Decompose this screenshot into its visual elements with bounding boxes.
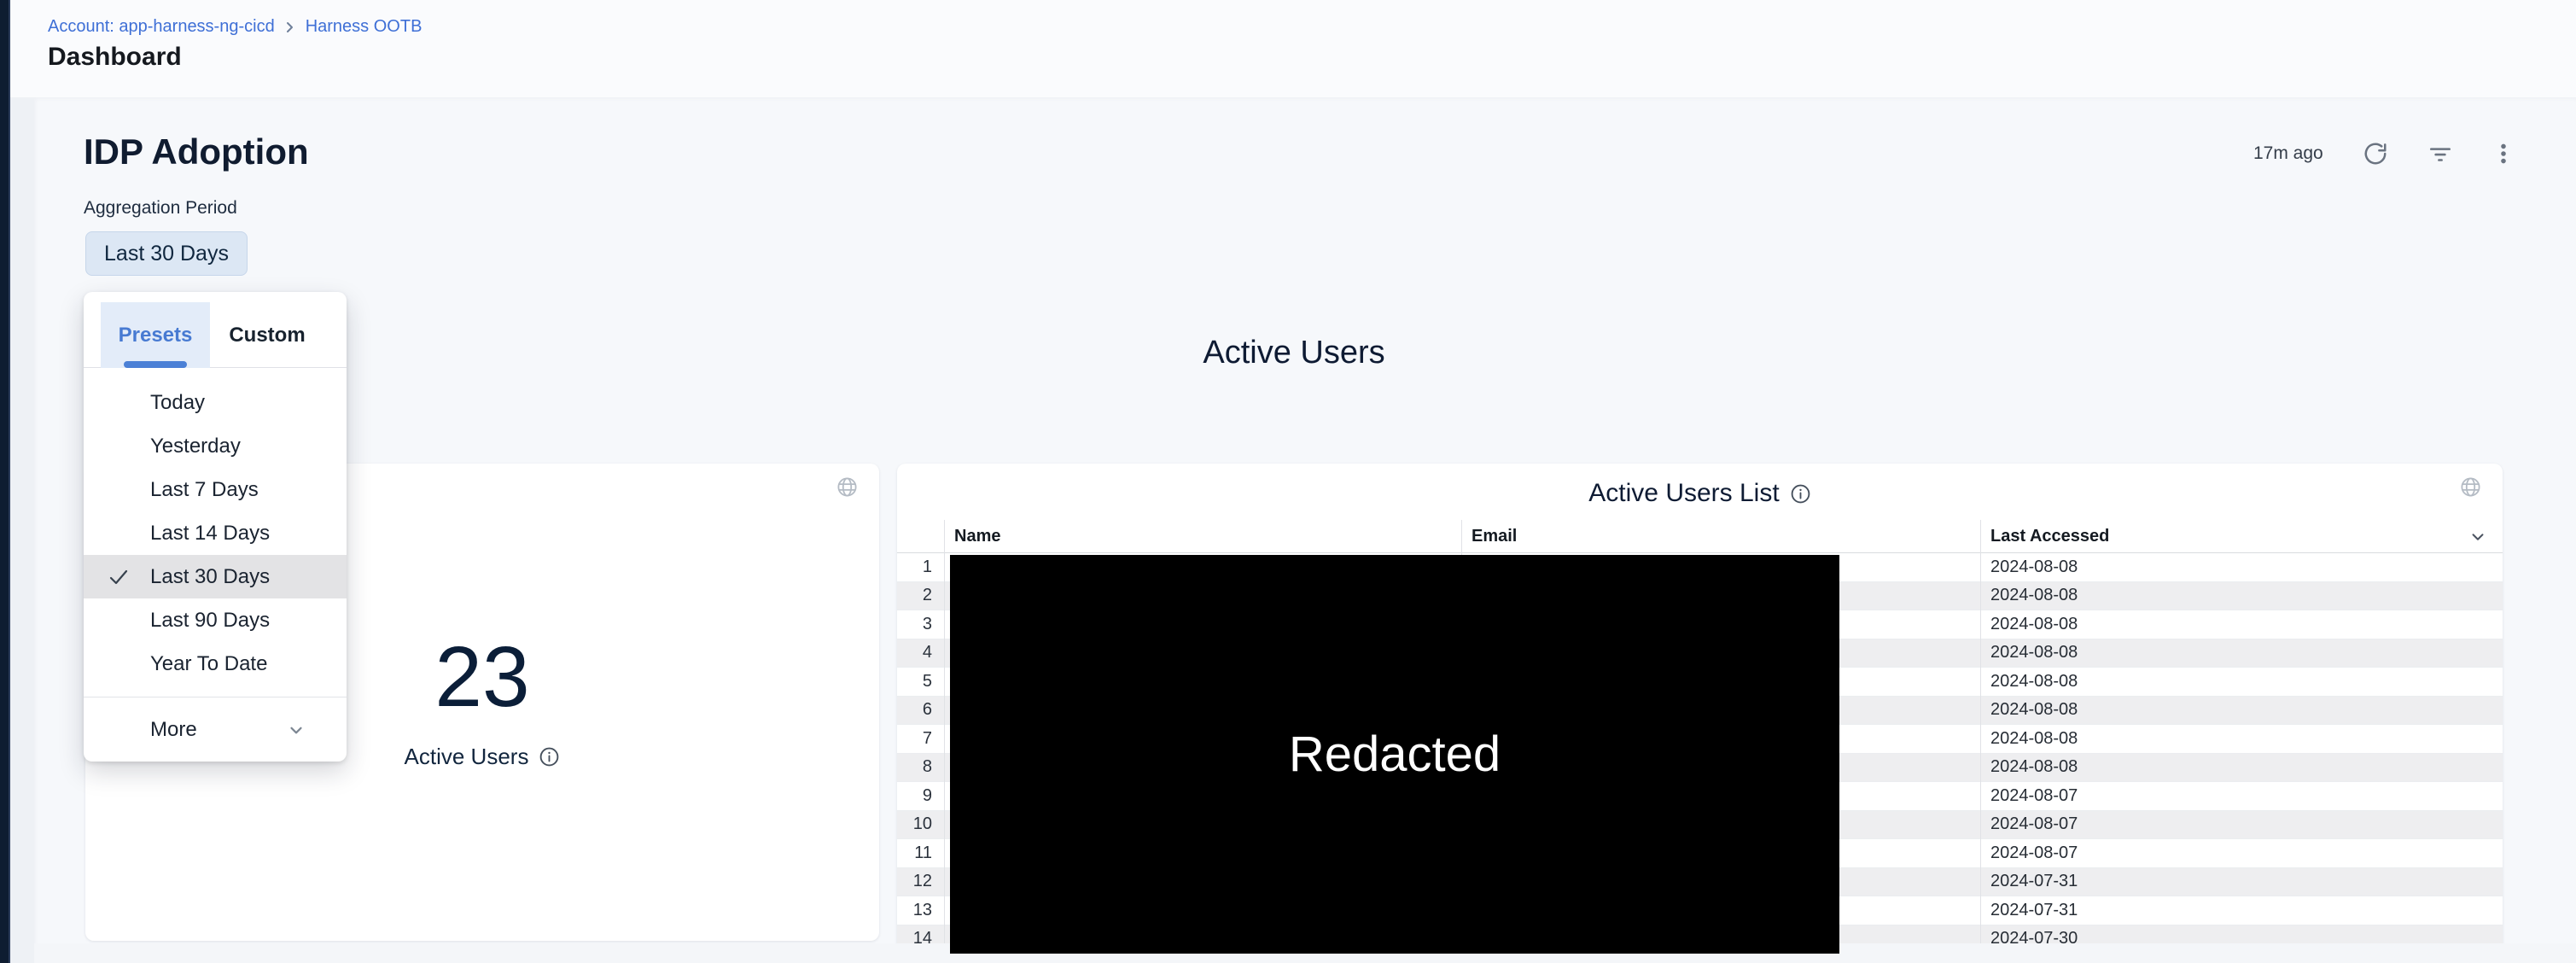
- chevron-down-icon[interactable]: [2468, 528, 2487, 546]
- breadcrumb: Account: app-harness-ng-cicd Harness OOT…: [48, 17, 422, 37]
- column-header-name[interactable]: Name: [944, 520, 1461, 552]
- active-tab-indicator: [124, 361, 187, 368]
- chevron-down-icon: [287, 721, 306, 739]
- last-refreshed-text: 17m ago: [2253, 143, 2323, 164]
- column-header-label: Last Accessed: [1990, 527, 2109, 546]
- top-header: Account: app-harness-ng-cicd Harness OOT…: [10, 0, 2576, 97]
- more-menu-item[interactable]: More: [84, 697, 347, 762]
- more-label: More: [150, 718, 197, 742]
- dashboard-name-title: IDP Adoption: [84, 131, 309, 172]
- column-divider: [944, 520, 945, 954]
- aggregation-period-label: Aggregation Period: [84, 198, 237, 219]
- chevron-right-icon: [283, 20, 297, 34]
- dashboard-page: Account: app-harness-ng-cicd Harness OOT…: [0, 0, 2576, 963]
- redaction-label: Redacted: [1289, 726, 1501, 783]
- dropdown-tabs: Presets Custom: [84, 292, 347, 368]
- preset-item-last-14-days[interactable]: Last 14 Days: [84, 511, 347, 555]
- breadcrumb-page-link[interactable]: Harness OOTB: [306, 17, 423, 37]
- collapsed-nav-rail[interactable]: [0, 0, 10, 963]
- table-title: Active Users List: [1588, 479, 1779, 508]
- preset-item-yesterday[interactable]: Yesterday: [84, 424, 347, 468]
- preset-list: Today Yesterday Last 7 Days Last 14 Days…: [84, 381, 347, 686]
- column-divider: [1980, 520, 1981, 954]
- dashboard-actions: 17m ago: [2253, 137, 2515, 171]
- breadcrumb-account-link[interactable]: Account: app-harness-ng-cicd: [48, 17, 275, 37]
- preset-item-today[interactable]: Today: [84, 381, 347, 424]
- page-title: Dashboard: [48, 43, 182, 72]
- redaction-overlay: Redacted: [950, 555, 1839, 954]
- section-title: Active Users: [85, 335, 2503, 371]
- active-users-count: 23: [434, 634, 529, 720]
- kebab-menu-icon[interactable]: [2492, 141, 2515, 166]
- preset-item-last-30-days[interactable]: Last 30 Days: [84, 555, 347, 598]
- info-icon[interactable]: [1790, 483, 1811, 505]
- period-dropdown: Presets Custom Today Yesterday Last 7 Da…: [84, 292, 347, 762]
- aggregation-period-button[interactable]: Last 30 Days: [85, 231, 248, 276]
- filter-icon[interactable]: [2427, 141, 2453, 166]
- tab-custom[interactable]: Custom: [220, 302, 314, 368]
- preset-item-last-90-days[interactable]: Last 90 Days: [84, 598, 347, 642]
- info-icon[interactable]: [539, 746, 560, 767]
- row-number-column-header: [897, 520, 944, 552]
- column-header-last-accessed[interactable]: Last Accessed: [1980, 520, 2503, 552]
- preset-item-year-to-date[interactable]: Year To Date: [84, 642, 347, 686]
- table-header-row: Name Email Last Accessed: [897, 520, 2503, 553]
- tab-presets[interactable]: Presets: [101, 302, 210, 368]
- refresh-icon[interactable]: [2363, 141, 2388, 166]
- column-header-email[interactable]: Email: [1461, 520, 1980, 552]
- preset-item-last-7-days[interactable]: Last 7 Days: [84, 468, 347, 511]
- check-icon: [107, 565, 131, 589]
- stat-label: Active Users: [405, 744, 529, 770]
- preset-item-label: Last 30 Days: [150, 565, 270, 589]
